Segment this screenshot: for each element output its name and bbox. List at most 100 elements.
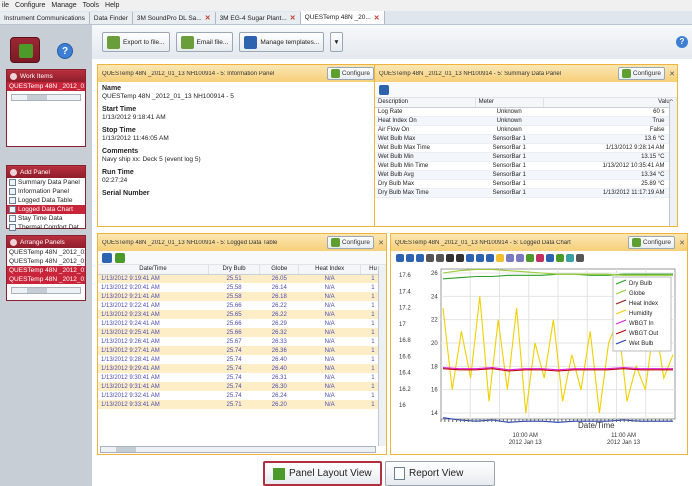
chart-tool-icon[interactable] [456, 254, 464, 262]
table-row[interactable]: 1/13/2012 9:20:41 AM 25.58 26.14 N/A 1 [98, 283, 386, 292]
report-view-tab[interactable]: Report View [385, 461, 495, 486]
menu-item[interactable]: ile [2, 2, 9, 9]
column-header[interactable]: Description [375, 98, 476, 108]
table-row[interactable]: 1/13/2012 9:25:41 AM 25.66 26.32 N/A 1 [98, 328, 386, 337]
configure-button[interactable]: Configure [627, 236, 675, 249]
manage-templates-button[interactable]: Manage templates... [239, 32, 325, 52]
table-row[interactable]: Dry Bulb Max Time SensorBar 1 1/13/2012 11… [375, 188, 677, 198]
column-header[interactable]: Dry Bulb [208, 265, 261, 275]
templates-dropdown-button[interactable]: ▼ [330, 32, 343, 52]
list-item[interactable]: QUESTemp 48N _2012_01 [7, 82, 85, 91]
chart-tool-icon[interactable] [516, 254, 524, 262]
list-item[interactable]: Summary Data Panel [7, 178, 85, 187]
column-header[interactable]: Value [543, 98, 678, 108]
help-icon[interactable]: ? [57, 43, 73, 59]
table-row[interactable]: Log Rate Unknown 60 s [375, 107, 677, 117]
close-icon[interactable]: ✕ [374, 14, 380, 22]
table-hscrollbar[interactable] [100, 446, 376, 453]
close-icon[interactable]: ✕ [376, 239, 386, 247]
menu-item[interactable]: Configure [15, 2, 45, 9]
column-header[interactable]: Meter [475, 98, 544, 108]
chart-tool-icon[interactable] [556, 254, 564, 262]
table-row[interactable]: Dry Bulb Max SensorBar 1 25.89 °C [375, 179, 677, 189]
chart-tool-icon[interactable] [566, 254, 574, 262]
document-tab[interactable]: Data Finder [89, 12, 133, 24]
table-row[interactable]: 1/13/2012 9:27:41 AM 25.74 26.36 N/A 1 [98, 346, 386, 355]
chart-tool-icon[interactable] [396, 254, 404, 262]
chart-tool-icon[interactable] [576, 254, 584, 262]
chart-tool-icon[interactable] [506, 254, 514, 262]
column-header[interactable]: Heat Index [298, 265, 361, 275]
table-row[interactable]: Wet Bulb Max Time SensorBar 1 1/13/2012 9:… [375, 143, 677, 153]
document-tab[interactable]: Instrument Communications [0, 12, 90, 24]
chart-tool-icon[interactable] [426, 254, 434, 262]
chart-tool-icon[interactable] [536, 254, 544, 262]
list-item[interactable]: Logged Data Chart [7, 205, 85, 214]
help-icon[interactable]: ? [676, 36, 688, 48]
panel-layout-view-tab[interactable]: Panel Layout View [263, 461, 382, 486]
chart-tool-icon[interactable] [406, 254, 414, 262]
table-row[interactable]: Wet Bulb Max SensorBar 1 13.6 °C [375, 134, 677, 144]
save-icon[interactable] [102, 252, 112, 263]
document-tab[interactable]: QUESTemp 48N _20... ✕ [300, 11, 385, 24]
document-tab[interactable]: 3M EG-4 Sugar Plant... ✕ [215, 12, 301, 24]
list-item[interactable]: QUESTemp 48N _2012_01 [7, 248, 85, 257]
export-icon[interactable] [115, 252, 125, 263]
list-item[interactable]: Information Panel [7, 187, 85, 196]
app-logo[interactable] [10, 37, 40, 63]
table-row[interactable]: 1/13/2012 9:31:41 AM 25.74 26.30 N/A 1 [98, 382, 386, 391]
chart-tool-icon[interactable] [416, 254, 424, 262]
close-icon[interactable]: ✕ [290, 14, 296, 22]
table-row[interactable]: Air Flow On Unknown False [375, 125, 677, 135]
chart-tool-icon[interactable] [526, 254, 534, 262]
list-item[interactable]: Stay Time Data [7, 214, 85, 223]
arrange-panels-header[interactable]: Arrange Panels [7, 236, 85, 248]
table-row[interactable]: 1/13/2012 9:22:41 AM 25.66 26.22 N/A 1 [98, 301, 386, 310]
table-row[interactable]: Heat Index On Unknown True [375, 116, 677, 126]
table-row[interactable]: 1/13/2012 9:19:41 AM 25.51 26.05 N/A 1 [98, 274, 386, 283]
table-row[interactable]: Wet Bulb Min Time SensorBar 1 1/13/2012 10… [375, 161, 677, 171]
configure-button[interactable]: Configure [617, 67, 665, 80]
menu-item[interactable]: Manage [51, 2, 76, 9]
table-scrollbar[interactable] [378, 266, 386, 446]
menu-item[interactable]: Tools [83, 2, 99, 9]
add-panel-header[interactable]: Add Panel [7, 166, 85, 178]
close-icon[interactable]: ✕ [205, 14, 211, 22]
close-icon[interactable]: ✕ [667, 70, 677, 78]
configure-button[interactable]: Configure [326, 236, 374, 249]
list-item[interactable]: QUESTemp 48N _2012_01 [7, 266, 85, 275]
column-header[interactable]: Globe [259, 265, 300, 275]
table-row[interactable]: Wet Bulb Min SensorBar 1 13.15 °C [375, 152, 677, 162]
save-icon[interactable] [379, 84, 389, 95]
email-button[interactable]: Email file... [175, 32, 234, 52]
work-items-scrollbar[interactable] [11, 94, 81, 101]
table-row[interactable]: 1/13/2012 9:23:41 AM 25.65 26.22 N/A 1 [98, 310, 386, 319]
chart-tool-icon[interactable] [486, 254, 494, 262]
table-row[interactable]: 1/13/2012 9:30:41 AM 25.74 26.31 N/A 1 [98, 373, 386, 382]
list-item[interactable]: QUESTemp 48N _2012_01 [7, 275, 85, 284]
list-item[interactable]: QUESTemp 48N _2012_01 [7, 257, 85, 266]
chart-tool-icon[interactable] [436, 254, 444, 262]
document-tab[interactable]: 3M SoundPro DL Sa... ✕ [132, 12, 216, 24]
list-item[interactable]: Logged Data Table [7, 196, 85, 205]
table-row[interactable]: 1/13/2012 9:33:41 AM 25.71 26.20 N/A 1 [98, 400, 386, 409]
column-header[interactable]: Date/Time [98, 265, 209, 275]
chart-tool-icon[interactable] [466, 254, 474, 262]
chart-tool-icon[interactable] [546, 254, 554, 262]
menu-item[interactable]: Help [105, 2, 119, 9]
chart-tool-icon[interactable] [496, 254, 504, 262]
logged-data-chart[interactable]: 17.6 17.4 17.2 17 16.8 16.6 16.4 16.2 16 26 24 22 20… [391, 265, 687, 453]
table-row[interactable]: 1/13/2012 9:28:41 AM 25.74 26.40 N/A 1 [98, 355, 386, 364]
chart-tool-icon[interactable] [446, 254, 454, 262]
close-icon[interactable]: ✕ [677, 239, 687, 247]
table-row[interactable]: 1/13/2012 9:21:41 AM 25.58 26.18 N/A 1 [98, 292, 386, 301]
summary-scrollbar[interactable] [669, 101, 677, 226]
chart-tool-icon[interactable] [476, 254, 484, 262]
export-button[interactable]: Export to file... [102, 32, 170, 52]
table-row[interactable]: 1/13/2012 9:24:41 AM 25.66 26.29 N/A 1 [98, 319, 386, 328]
list-item[interactable]: Thermal Comfort Dat [7, 223, 85, 232]
table-row[interactable]: 1/13/2012 9:32:41 AM 25.74 26.24 N/A 1 [98, 391, 386, 400]
configure-button[interactable]: Configure [326, 67, 374, 80]
arrange-scrollbar[interactable] [11, 287, 81, 294]
table-row[interactable]: Wet Bulb Avg SensorBar 1 13.34 °C [375, 170, 677, 180]
